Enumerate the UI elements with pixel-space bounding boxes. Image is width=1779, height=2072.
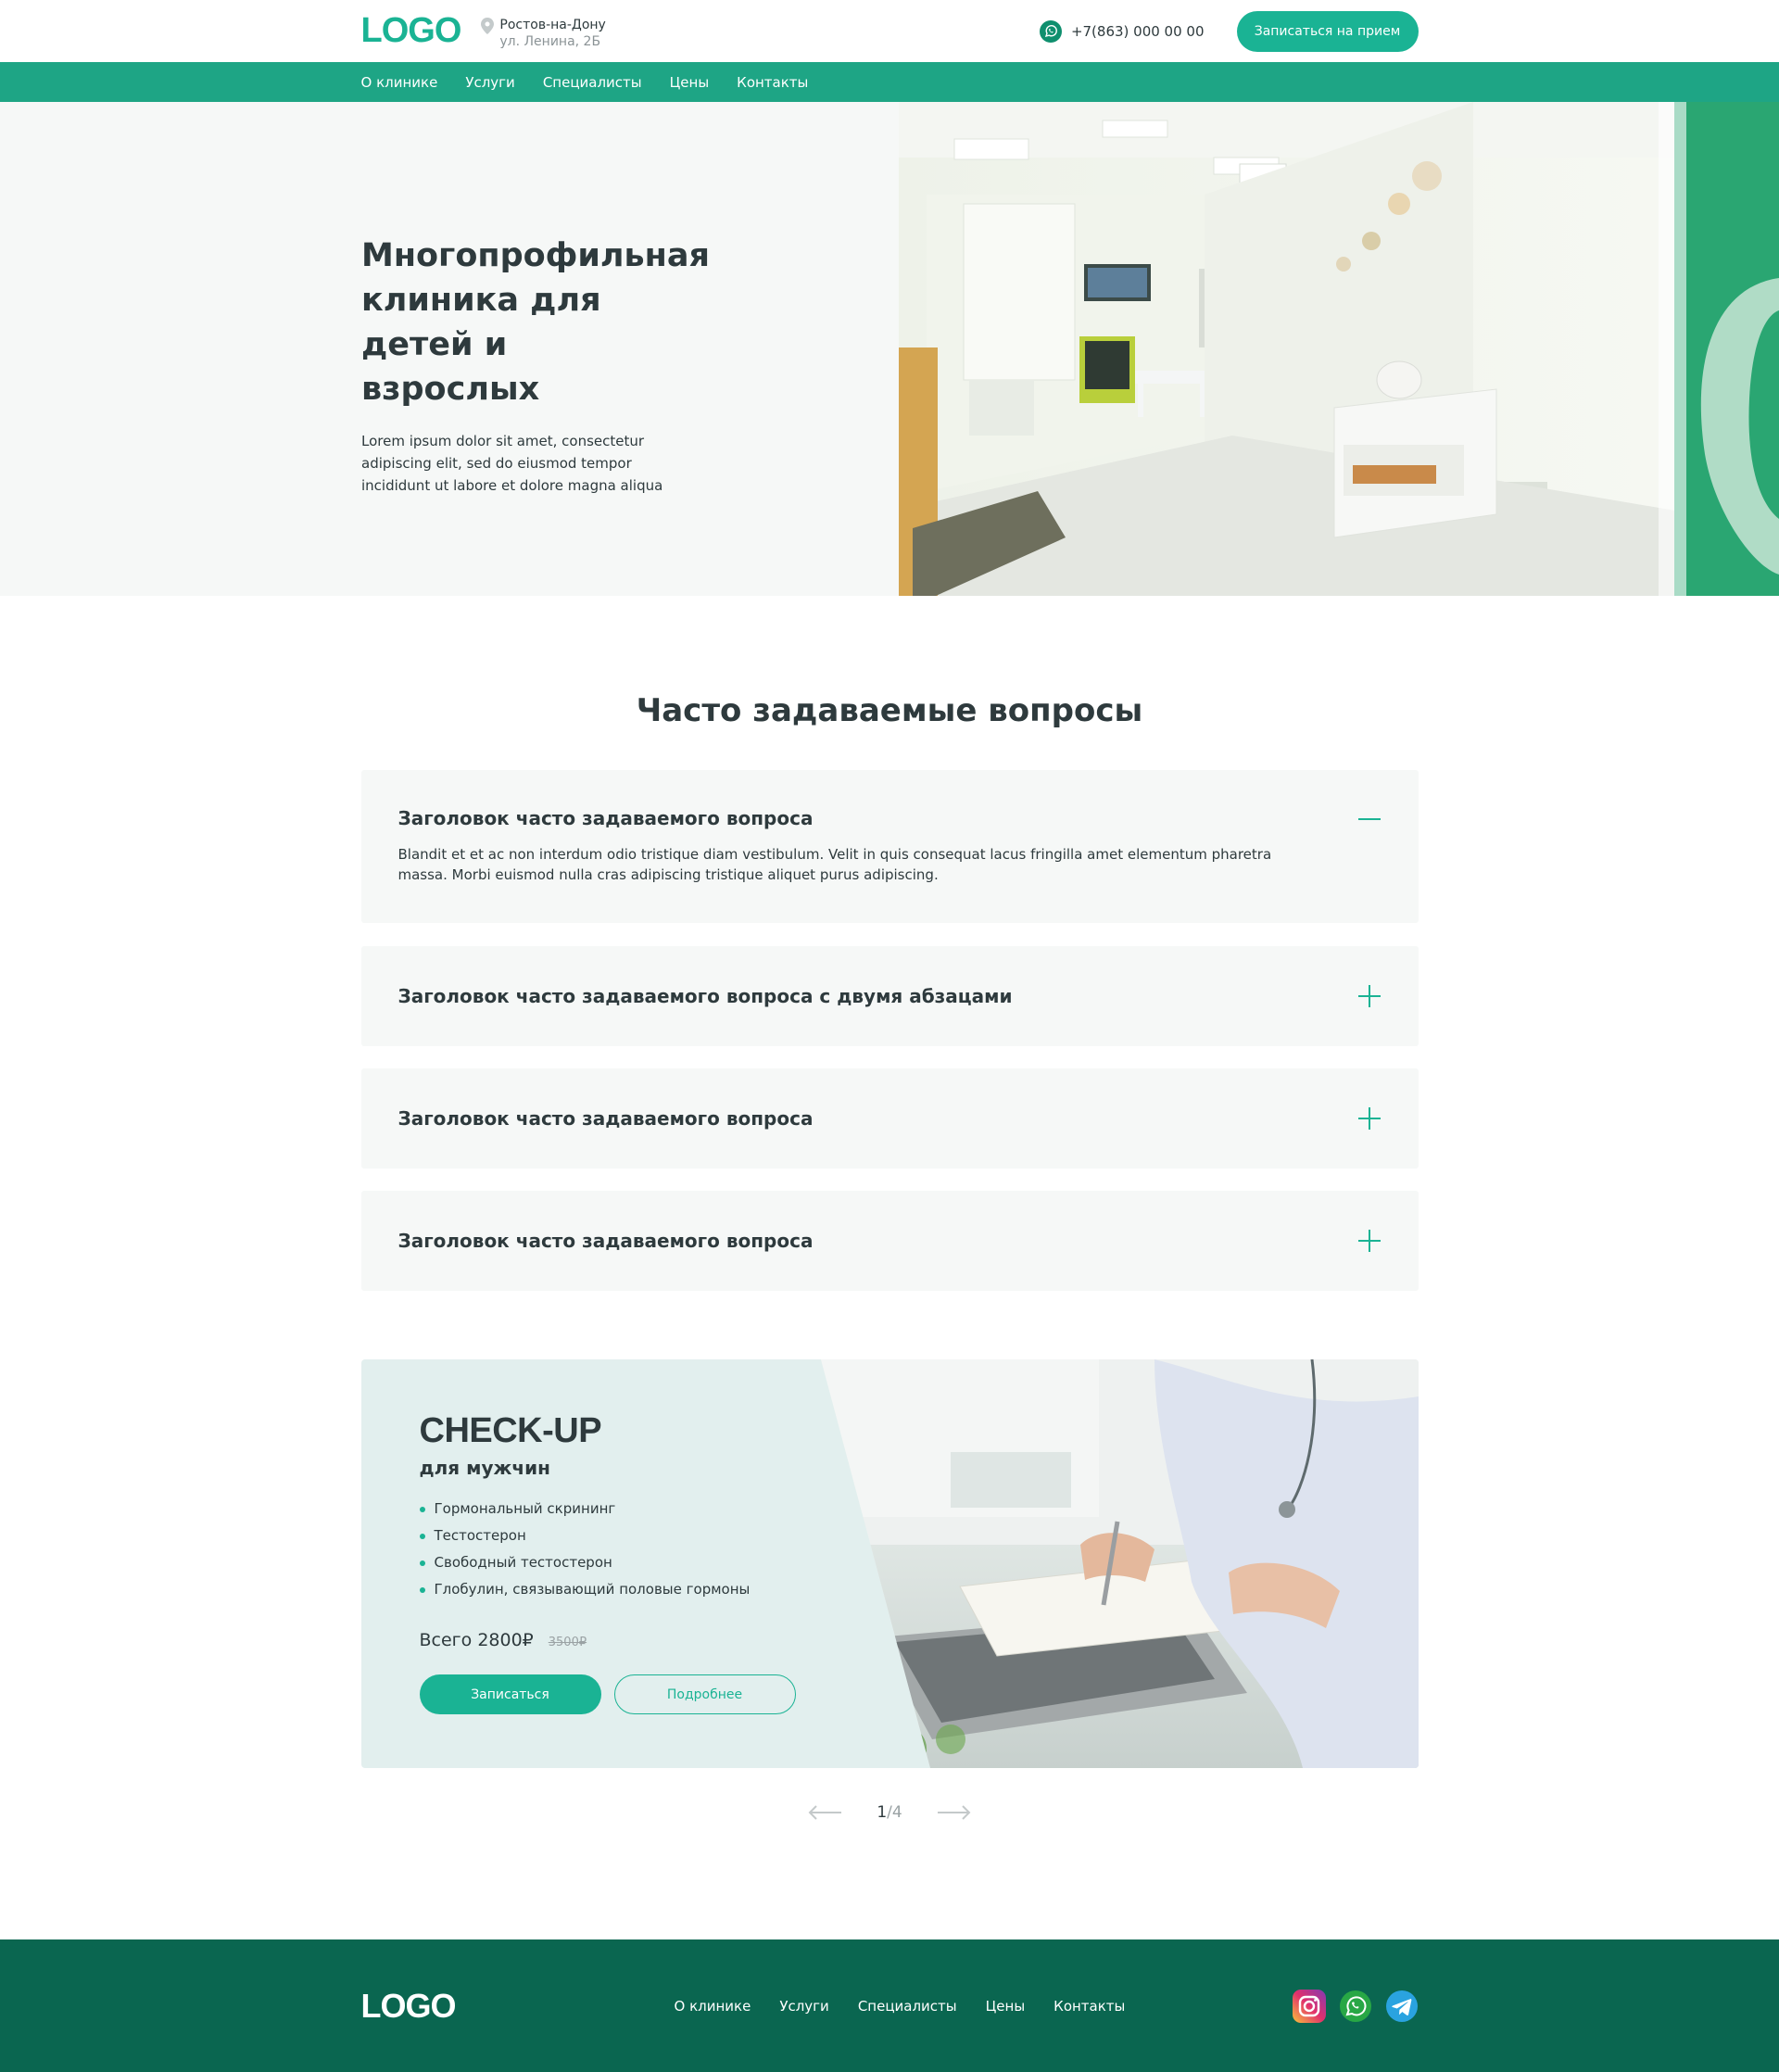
list-item-text: Гормональный скрининг xyxy=(434,1500,616,1517)
clinic-room-illustration xyxy=(899,102,1779,596)
list-item: Тестостерон xyxy=(419,1522,827,1549)
nav-item-specialists[interactable]: Специалисты xyxy=(543,74,642,91)
nav-item-about[interactable]: О клинике xyxy=(361,74,438,91)
footer-nav-prices[interactable]: Цены xyxy=(986,1998,1026,2015)
footer-nav-specialists[interactable]: Специалисты xyxy=(858,1998,957,2015)
faq-question[interactable]: Заголовок часто задаваемого вопроса xyxy=(398,1107,814,1130)
instagram-icon[interactable] xyxy=(1292,1989,1326,2023)
promo-subtitle: для мужчин xyxy=(419,1457,550,1479)
faq-item[interactable]: Заголовок часто задаваемого вопроса Blan… xyxy=(360,770,1419,923)
bullet-icon xyxy=(419,1586,425,1593)
list-item-text: Тестостерон xyxy=(434,1527,526,1544)
phone-link[interactable]: +7(863) 000 00 00 xyxy=(1039,19,1205,43)
page-current: 1 xyxy=(877,1803,888,1822)
address-city: Ростов-на-Дону xyxy=(499,17,606,32)
list-item: Глобулин, связывающий половые гормоны xyxy=(419,1576,827,1603)
hero-title: Многопрофильная клиника для детей и взро… xyxy=(361,237,710,408)
nav-item-contacts[interactable]: Контакты xyxy=(737,74,808,91)
hero: Многопрофильная клиника для детей и взро… xyxy=(0,102,1779,596)
footer-nav-contacts[interactable]: Контакты xyxy=(1054,1998,1125,2015)
list-item-text: Свободный тестостерон xyxy=(434,1554,612,1571)
location-pin-icon xyxy=(481,17,495,34)
hero-text-panel: Многопрофильная клиника для детей и взро… xyxy=(0,102,899,596)
more-button[interactable]: Подробнее xyxy=(613,1674,796,1714)
site-footer: LOGO О клинике Услуги Специалисты Цены К… xyxy=(0,1939,1779,2072)
promo-card: CHECK-UP для мужчин Гормональный скринин… xyxy=(360,1359,1419,1768)
list-item: Гормональный скрининг xyxy=(419,1496,827,1522)
plus-icon[interactable] xyxy=(1357,1106,1382,1131)
faq-title: Часто задаваемые вопросы xyxy=(636,692,1143,729)
price-current: Всего 2800₽ xyxy=(419,1630,534,1650)
book-appointment-button[interactable]: Записаться на прием xyxy=(1236,10,1419,52)
faq-answer: Blandit et et ac non interdum odio trist… xyxy=(397,846,1272,883)
price-old: 3500₽ xyxy=(548,1636,587,1649)
faq-question[interactable]: Заголовок часто задаваемого вопроса с дв… xyxy=(398,985,1013,1007)
faq-section: Часто задаваемые вопросы Заголовок часто… xyxy=(0,692,1779,1826)
main-nav: О клинике Услуги Специалисты Цены Контак… xyxy=(0,62,1779,102)
faq-list: Заголовок часто задаваемого вопроса Blan… xyxy=(360,770,1419,1291)
faq-item[interactable]: Заголовок часто задаваемого вопроса xyxy=(360,1191,1419,1291)
arrow-right-icon[interactable] xyxy=(936,1805,971,1820)
page-total: /4 xyxy=(887,1803,902,1822)
footer-nav-services[interactable]: Услуги xyxy=(779,1998,828,2015)
signup-button[interactable]: Записаться xyxy=(419,1674,601,1714)
telegram-icon[interactable] xyxy=(1385,1990,1419,2023)
address: Ростов-на-Дону ул. Ленина, 2Б xyxy=(481,17,606,50)
faq-question[interactable]: Заголовок часто задаваемого вопроса xyxy=(398,807,1382,829)
list-item: Свободный тестостерон xyxy=(419,1549,827,1576)
faq-item[interactable]: Заголовок часто задаваемого вопроса с дв… xyxy=(360,946,1419,1046)
price: Всего 2800₽ 3500₽ xyxy=(420,1630,827,1650)
promo-list: Гормональный скрининг Тестостерон Свобод… xyxy=(419,1496,827,1603)
nav-item-services[interactable]: Услуги xyxy=(465,74,514,91)
bullet-icon xyxy=(419,1533,425,1539)
slider-pager: 1/4 xyxy=(361,1799,1419,1826)
site-header: LOGO Ростов-на-Дону ул. Ленина, 2Б +7(86… xyxy=(0,0,1779,102)
hero-description: Lorem ipsum dolor sit amet, consectetur … xyxy=(361,433,663,494)
phone-number: +7(863) 000 00 00 xyxy=(1070,22,1205,40)
whatsapp-icon xyxy=(1039,19,1062,43)
doctor-photo xyxy=(820,1359,1419,1768)
plus-icon[interactable] xyxy=(1357,1229,1382,1253)
hero-image xyxy=(899,102,1779,596)
footer-nav-about[interactable]: О клинике xyxy=(675,1998,751,2015)
bullet-icon xyxy=(419,1506,425,1512)
page-indicator: 1/4 xyxy=(877,1803,902,1822)
address-street: ул. Ленина, 2Б xyxy=(499,33,601,49)
minus-icon[interactable] xyxy=(1357,807,1382,831)
footer-nav: О клинике Услуги Специалисты Цены Контак… xyxy=(675,1998,1154,2015)
plus-icon[interactable] xyxy=(1357,984,1382,1008)
logo[interactable]: LOGO xyxy=(361,11,462,51)
promo-title: CHECK-UP xyxy=(419,1411,602,1450)
faq-question[interactable]: Заголовок часто задаваемого вопроса xyxy=(398,1230,814,1252)
faq-item[interactable]: Заголовок часто задаваемого вопроса xyxy=(360,1068,1419,1169)
nav-item-prices[interactable]: Цены xyxy=(670,74,710,91)
topbar: LOGO Ростов-на-Дону ул. Ленина, 2Б +7(86… xyxy=(0,0,1779,62)
arrow-left-icon[interactable] xyxy=(808,1805,843,1820)
whatsapp-icon[interactable] xyxy=(1339,1990,1372,2023)
bullet-icon xyxy=(419,1560,425,1566)
social-links xyxy=(1280,1989,1419,2023)
footer-logo[interactable]: LOGO xyxy=(361,1987,457,2026)
list-item-text: Глобулин, связывающий половые гормоны xyxy=(434,1581,751,1598)
